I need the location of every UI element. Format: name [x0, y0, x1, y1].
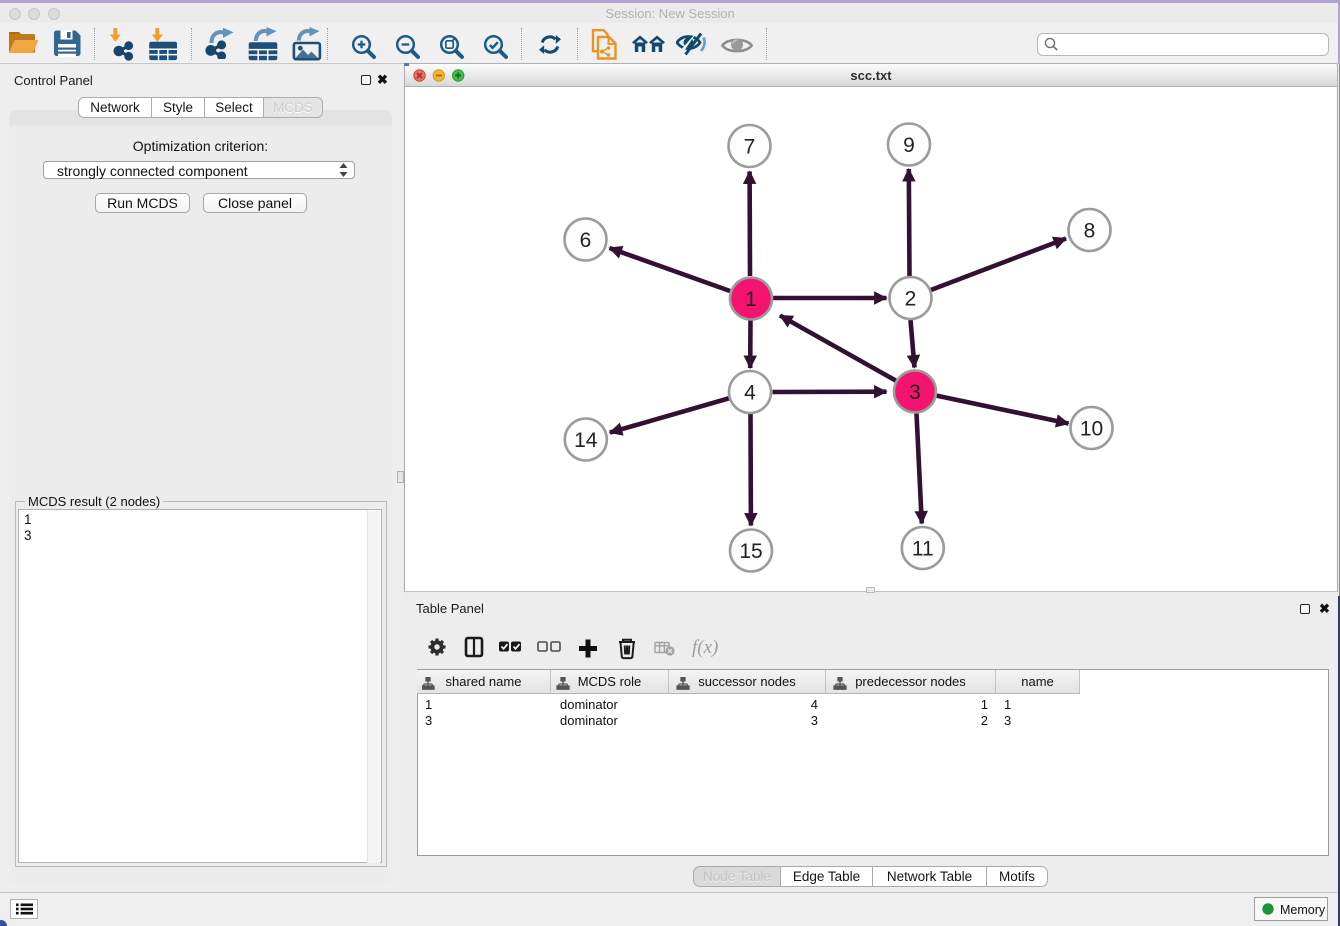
svg-text:8: 8 — [1084, 220, 1096, 243]
svg-text:3: 3 — [909, 381, 921, 404]
svg-text:15: 15 — [739, 540, 762, 563]
svg-text:10: 10 — [1080, 418, 1103, 441]
svg-text:f(x): f(x) — [692, 637, 718, 658]
svg-text:9: 9 — [903, 134, 915, 157]
svg-text:4: 4 — [744, 382, 756, 405]
svg-text:1: 1 — [745, 288, 757, 311]
svg-text:6: 6 — [580, 229, 592, 252]
svg-text:7: 7 — [744, 136, 756, 159]
svg-text:14: 14 — [574, 429, 598, 452]
svg-text:2: 2 — [905, 288, 917, 311]
svg-text:11: 11 — [912, 538, 934, 561]
